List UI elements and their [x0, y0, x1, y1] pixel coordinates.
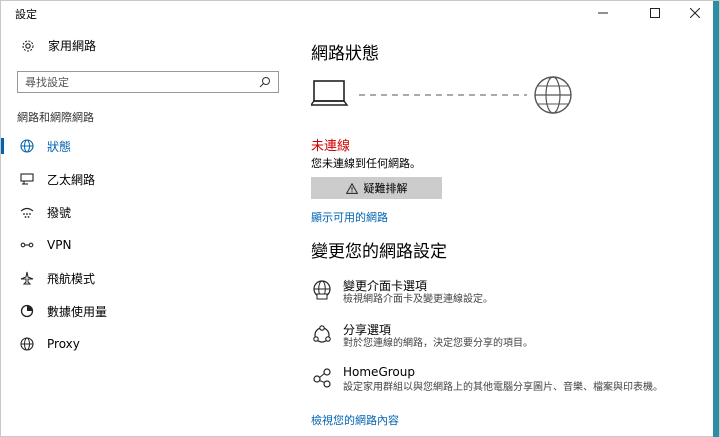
section-label: 網路和網際網路 — [17, 111, 94, 124]
setting-description: 設定家用群組以與您網路上的其他電腦分享圖片、音樂、檔案與印表機。 — [343, 382, 663, 393]
sharing-icon — [313, 325, 331, 343]
sidebar-item-status[interactable]: 狀態 — [1, 131, 291, 161]
title-bar: 設定 — [1, 1, 715, 25]
adapter-globe-icon — [313, 280, 331, 300]
sidebar-item-proxy[interactable]: Proxy — [1, 329, 291, 359]
sidebar-item-label: Proxy — [47, 337, 80, 351]
sidebar-item-airplane[interactable]: 飛航模式 — [1, 263, 291, 293]
setting-homegroup[interactable]: HomeGroup 設定家用群組以與您網路上的其他電腦分享圖片、音樂、檔案與印表… — [311, 365, 711, 409]
sidebar-item-dialup[interactable]: 撥號 — [1, 197, 291, 227]
homegroup-icon — [313, 368, 331, 388]
gear-icon — [21, 39, 35, 53]
sidebar-item-label: 狀態 — [47, 139, 72, 154]
setting-sharing-options[interactable]: 分享選項 對於您連線的網路，決定您要分享的項目。 — [311, 321, 711, 353]
show-networks-link[interactable]: 顯示可用的網路 — [311, 209, 388, 225]
view-network-properties-link[interactable]: 檢視您的網路內容 — [311, 412, 399, 428]
dialup-icon — [20, 205, 34, 219]
close-button[interactable] — [673, 1, 717, 25]
status-subtitle: 您未連線到任何網路。 — [311, 157, 421, 170]
globe-network-icon — [20, 139, 34, 153]
window-edge — [713, 1, 719, 437]
setting-description: 對於您連線的網路，決定您要分享的項目。 — [343, 338, 533, 349]
sidebar-item-ethernet[interactable]: 乙太網路 — [1, 164, 291, 194]
internet-globe-icon — [534, 76, 572, 114]
status-title: 未連線 — [311, 139, 351, 154]
sidebar-item-label: VPN — [47, 238, 72, 252]
sidebar-item-vpn[interactable]: VPN — [1, 230, 291, 260]
data-usage-icon — [20, 304, 34, 318]
airplane-icon — [20, 271, 34, 285]
setting-title: 變更介面卡選項 — [343, 279, 428, 293]
troubleshoot-label: 疑難排解 — [363, 182, 408, 195]
network-diagram — [311, 76, 572, 114]
sidebar: 家用網路 網路和網際網路 狀態 乙太網路 — [1, 25, 291, 437]
home-label: 家用網路 — [48, 39, 97, 53]
laptop-icon — [311, 80, 349, 106]
close-icon — [690, 8, 700, 18]
setting-adapter-options[interactable]: 變更介面卡選項 檢視網路介面卡及變更連線設定。 — [311, 277, 711, 309]
setting-title: 分享選項 — [343, 323, 392, 337]
section-heading: 變更您的網路設定 — [311, 242, 447, 262]
page-title: 網路狀態 — [311, 44, 379, 64]
search-input[interactable] — [25, 74, 250, 90]
sidebar-item-label: 飛航模式 — [47, 271, 96, 286]
sidebar-item-label: 撥號 — [47, 205, 72, 220]
home-link[interactable]: 家用網路 — [21, 37, 96, 54]
search-box[interactable] — [17, 71, 279, 93]
sidebar-item-label: 數據使用量 — [47, 304, 108, 319]
setting-title: HomeGroup — [343, 365, 415, 379]
main-content: 網路狀態 未連線 您未連線到任何網路。 疑難排解 顯示可用的網路 變更您的網路設… — [311, 25, 715, 437]
sidebar-item-label: 乙太網路 — [47, 172, 96, 187]
maximize-icon — [650, 8, 660, 18]
maximize-button[interactable] — [633, 1, 677, 25]
ethernet-icon — [20, 172, 34, 186]
settings-window: 設定 家用網路 網路和網際網路 狀態 — [0, 0, 720, 437]
minimize-icon — [598, 12, 608, 14]
vpn-icon — [20, 238, 34, 252]
sidebar-item-data-usage[interactable]: 數據使用量 — [1, 296, 291, 326]
setting-description: 檢視網路介面卡及變更連線設定。 — [343, 294, 493, 305]
globe-icon — [20, 337, 34, 351]
window-title: 設定 — [15, 8, 37, 21]
minimize-button[interactable] — [581, 1, 625, 25]
troubleshoot-button[interactable]: 疑難排解 — [311, 177, 442, 199]
warning-icon — [345, 182, 358, 194]
search-icon — [259, 77, 270, 88]
